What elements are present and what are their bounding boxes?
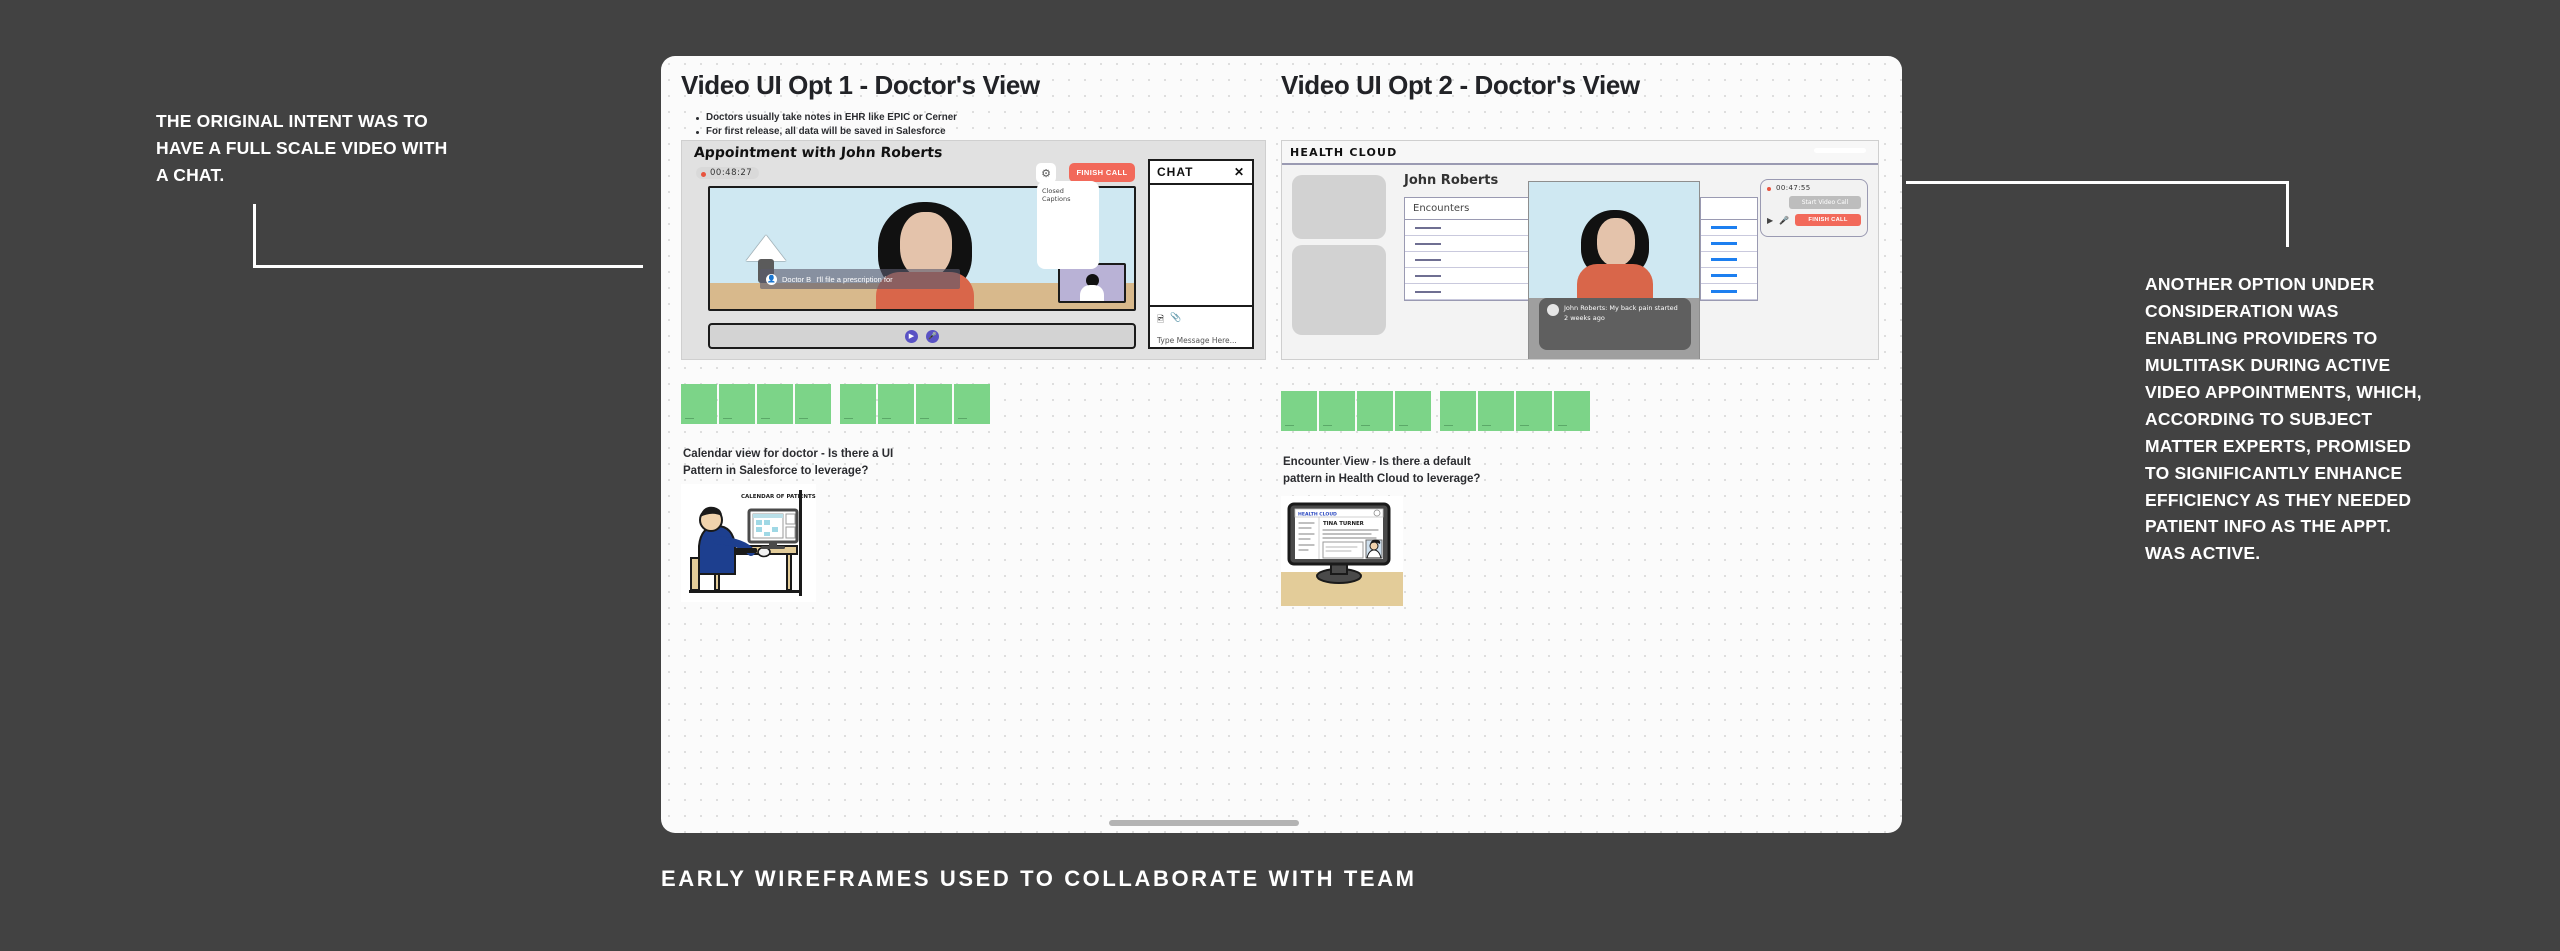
floating-video-window[interactable]: John Roberts: My back pain started 2 wee… — [1528, 181, 1700, 359]
sticky-note[interactable] — [1395, 391, 1431, 431]
start-video-call-button[interactable]: Start Video Call — [1789, 196, 1861, 209]
svg-text:TINA TURNER: TINA TURNER — [1323, 521, 1365, 527]
sticky-note[interactable] — [954, 384, 990, 424]
finish-call-button[interactable]: Finish Call — [1795, 214, 1861, 226]
sidebar-card-1 — [1292, 175, 1386, 239]
annotation-right: Another option under consideration was e… — [2145, 274, 2422, 564]
chat-panel[interactable]: CHAT ✕ 🖻 📎 Type Message Here... — [1148, 159, 1254, 349]
microphone-icon[interactable]: 🎤 — [926, 329, 939, 343]
svg-text:CALENDAR OF PATIENTS: CALENDAR OF PATIENTS — [741, 494, 816, 500]
option-2-section-caption: Encounter View - Is there a default patt… — [1283, 456, 1481, 485]
connector-right-vertical — [2286, 181, 2289, 247]
sticky-note[interactable] — [1554, 391, 1590, 431]
self-view-thumbnail[interactable] — [1058, 263, 1126, 303]
doctor-body-shape — [1080, 285, 1104, 301]
health-cloud-app-header: HEALTH CLOUD — [1282, 141, 1878, 165]
sticky-note[interactable] — [916, 384, 952, 424]
sticky-note[interactable] — [840, 384, 876, 424]
gear-icon[interactable]: ⚙ — [1036, 163, 1056, 183]
option-1-title: Video UI Opt 1 - Doctor's View — [681, 70, 1040, 100]
bullet-item: Doctors usually take notes in EHR like E… — [695, 111, 957, 125]
encounters-links-column[interactable] — [1700, 197, 1758, 301]
video-icon[interactable]: ▶ — [905, 329, 918, 343]
bottom-caption: Early wireframes used to collaborate wit… — [661, 866, 1417, 891]
paperclip-icon[interactable]: 📎 — [1170, 312, 1181, 328]
call-control-panel[interactable]: 00:47:55 Start Video Call ▶ 🎤 Finish Cal… — [1760, 179, 1868, 237]
sidebar-card-2 — [1292, 245, 1386, 335]
mockup-video-ui-opt2[interactable]: HEALTH CLOUD John Roberts Encounters Joh… — [1281, 140, 1879, 360]
mockup1-appointment-title: Appointment with John Roberts — [693, 145, 943, 161]
app-name: HEALTH CLOUD — [1290, 145, 1398, 159]
sticky-note[interactable] — [757, 384, 793, 424]
mockup1-call-toolbar[interactable]: ▶ 🎤 — [708, 323, 1136, 349]
mockup1-call-timer: 00:48:27 — [696, 167, 760, 179]
option-1-bullets: Doctors usually take notes in EHR like E… — [695, 111, 957, 140]
closed-captions-panel[interactable]: Closed Captions — [1037, 181, 1099, 269]
sticky-note[interactable] — [719, 384, 755, 424]
annotation-left: The original intent was to have a full s… — [156, 111, 448, 185]
lamp-shade-shape — [746, 235, 786, 261]
avatar: 👤 — [766, 273, 777, 285]
table-row[interactable] — [1701, 220, 1757, 236]
table-row[interactable] — [1701, 236, 1757, 252]
sticky-note[interactable] — [1516, 391, 1552, 431]
sticky-note[interactable] — [878, 384, 914, 424]
header-pill-shape — [1814, 148, 1866, 153]
close-icon[interactable]: ✕ — [1234, 165, 1245, 179]
table-row[interactable] — [1701, 284, 1757, 300]
chat-composer[interactable]: 🖻 📎 Type Message Here... — [1150, 307, 1252, 347]
caption-text: I'll file a prescription for — [816, 274, 893, 284]
sticky-note[interactable] — [681, 384, 717, 424]
finish-call-button[interactable]: Finish Call — [1069, 163, 1135, 182]
chat-message-list — [1150, 183, 1252, 307]
chat-input-placeholder[interactable]: Type Message Here... — [1157, 336, 1245, 345]
call-timer: 00:47:55 — [1767, 184, 1861, 192]
caption-speaker: Doctor B — [782, 274, 812, 284]
illustration-monitor-health-cloud: HEALTH CLOUD TINA TURNER — [1281, 496, 1403, 606]
video-icon[interactable]: ▶ — [1767, 216, 1773, 225]
links-column-header — [1701, 198, 1757, 220]
composer-icons: 🖻 📎 — [1157, 312, 1245, 328]
connector-left-vertical — [253, 204, 256, 268]
board-content: Video UI Opt 1 - Doctor's View Doctors u… — [661, 56, 1902, 833]
mockup-video-ui-opt1[interactable]: Appointment with John Roberts 00:48:27 ⚙… — [681, 140, 1266, 360]
avatar — [1547, 304, 1559, 316]
patient-face-shape — [1597, 218, 1635, 266]
horizontal-scrollbar[interactable] — [1109, 820, 1299, 826]
page-root: The original intent was to have a full s… — [0, 0, 2560, 951]
sticky-note[interactable] — [1357, 391, 1393, 431]
table-row[interactable] — [1701, 252, 1757, 268]
chat-title: CHAT — [1157, 165, 1194, 179]
sticky-note-row-1 — [681, 384, 990, 424]
sticky-note[interactable] — [1281, 391, 1317, 431]
caption-speaker: John Roberts — [1564, 304, 1606, 312]
sticky-note[interactable] — [1440, 391, 1476, 431]
microphone-icon[interactable]: 🎤 — [1779, 216, 1789, 225]
wireframe-board[interactable]: Video UI Opt 1 - Doctor's View Doctors u… — [661, 56, 1902, 833]
illustration-doctor-at-desk: CALENDAR OF PATIENTS — [681, 484, 816, 602]
svg-text:HEALTH CLOUD: HEALTH CLOUD — [1298, 512, 1337, 518]
mockup2-caption-bar: John Roberts: My back pain started 2 wee… — [1539, 298, 1691, 350]
patient-name-heading: John Roberts — [1404, 173, 1499, 188]
chat-header: CHAT ✕ — [1150, 161, 1252, 183]
mockup1-caption-bar: 👤 Doctor B I'll file a prescription for — [760, 269, 960, 289]
sticky-note[interactable] — [795, 384, 831, 424]
connector-left-horizontal — [253, 265, 643, 268]
bullet-item: For first release, all data will be save… — [695, 125, 957, 139]
option-1-section-caption: Calendar view for doctor - Is there a UI… — [683, 448, 894, 477]
connector-right-horizontal — [1906, 181, 2289, 184]
image-icon[interactable]: 🖻 — [1157, 312, 1164, 328]
sticky-note[interactable] — [1319, 391, 1355, 431]
option-2-title: Video UI Opt 2 - Doctor's View — [1281, 70, 1640, 100]
sticky-note-row-2 — [1281, 391, 1590, 431]
sticky-note[interactable] — [1478, 391, 1514, 431]
call-control-actions: ▶ 🎤 Finish Call — [1767, 214, 1861, 226]
table-row[interactable] — [1701, 268, 1757, 284]
